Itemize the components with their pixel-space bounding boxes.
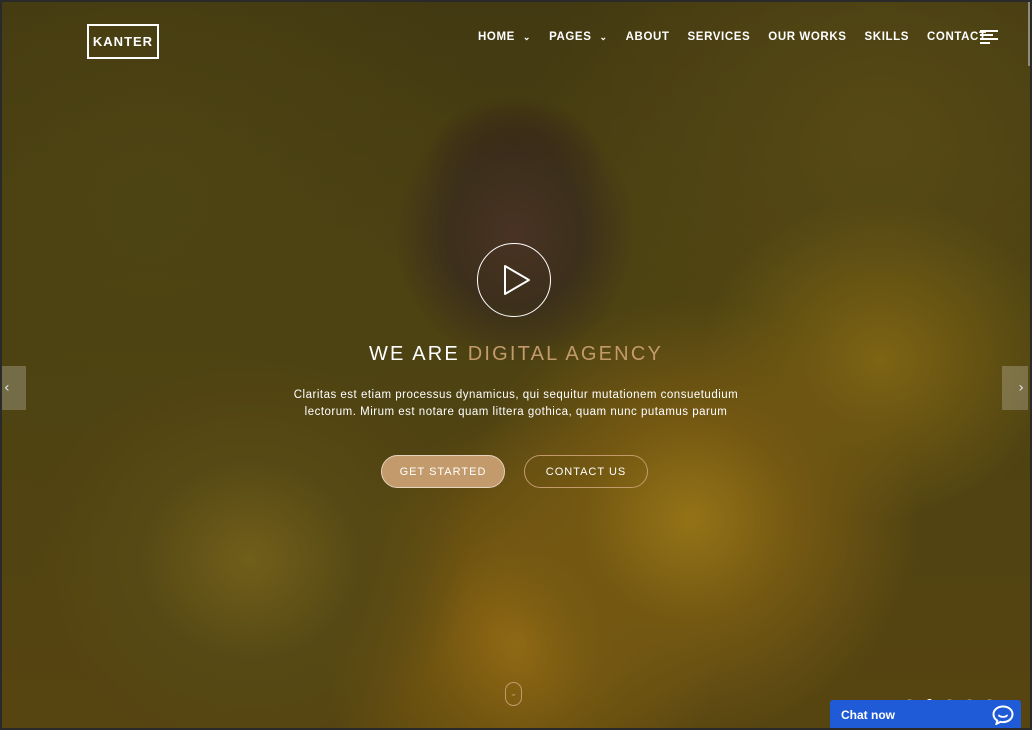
headline-prefix: WE ARE [368, 343, 468, 365]
chevron-down-icon: ⌄ [509, 689, 518, 699]
nav-item-label: CONTACT [927, 31, 987, 43]
nav-item-label: SKILLS [864, 31, 910, 43]
site-logo[interactable]: KANTER [87, 24, 159, 59]
scroll-down-button[interactable]: ⌄ [505, 682, 522, 706]
chevron-right-icon: › [1018, 380, 1024, 396]
hamburger-menu-icon[interactable] [980, 30, 998, 44]
nav-item-label: HOME [478, 31, 515, 43]
nav-item-skills[interactable]: SKILLS [865, 31, 910, 43]
play-video-button[interactable] [477, 243, 551, 317]
description-line: Claritas est etiam processus dynamicus, … [293, 389, 739, 401]
nav-item-label: ABOUT [625, 31, 670, 43]
slider-prev-button[interactable]: ‹ [0, 366, 26, 410]
nav-item-label: SERVICES [687, 31, 751, 43]
description-line: lectorum. Mirum est notare quam littera … [304, 406, 728, 418]
chevron-down-icon: ⌄ [599, 32, 608, 42]
headline-accent: DIGITAL AGENCY [467, 343, 664, 365]
nav-item-contact[interactable]: CONTACT [927, 31, 987, 43]
get-started-button[interactable]: GET STARTED [381, 455, 505, 488]
nav-item-home[interactable]: HOME ⌄ [478, 31, 531, 43]
play-icon [504, 265, 530, 295]
chat-label: Chat now [841, 708, 895, 722]
page-scrollbar[interactable] [1028, 0, 1032, 66]
nav-item-label: OUR WORKS [768, 31, 847, 43]
nav-item-label: PAGES [549, 31, 592, 43]
contact-us-button[interactable]: CONTACT US [524, 455, 648, 488]
nav-item-pages[interactable]: PAGES ⌄ [549, 31, 608, 43]
hero-description: Claritas est etiam processus dynamicus, … [240, 387, 792, 421]
slider-next-button[interactable]: › [1002, 366, 1028, 410]
main-nav: HOME ⌄ PAGES ⌄ ABOUT SERVICES OUR WORKS … [478, 29, 1005, 45]
chat-widget[interactable]: Chat now [830, 700, 1021, 730]
nav-item-about[interactable]: ABOUT [626, 31, 670, 43]
chevron-down-icon: ⌄ [522, 32, 532, 42]
nav-item-services[interactable]: SERVICES [688, 31, 751, 43]
hero-page: KANTER HOME ⌄ PAGES ⌄ ABOUT SERVICES OUR… [0, 0, 1032, 730]
chevron-left-icon: ‹ [4, 380, 10, 396]
nav-item-our-works[interactable]: OUR WORKS [768, 31, 846, 43]
chat-bubble-icon [992, 705, 1014, 725]
hero-headline: WE ARE DIGITAL AGENCY [0, 343, 1032, 366]
